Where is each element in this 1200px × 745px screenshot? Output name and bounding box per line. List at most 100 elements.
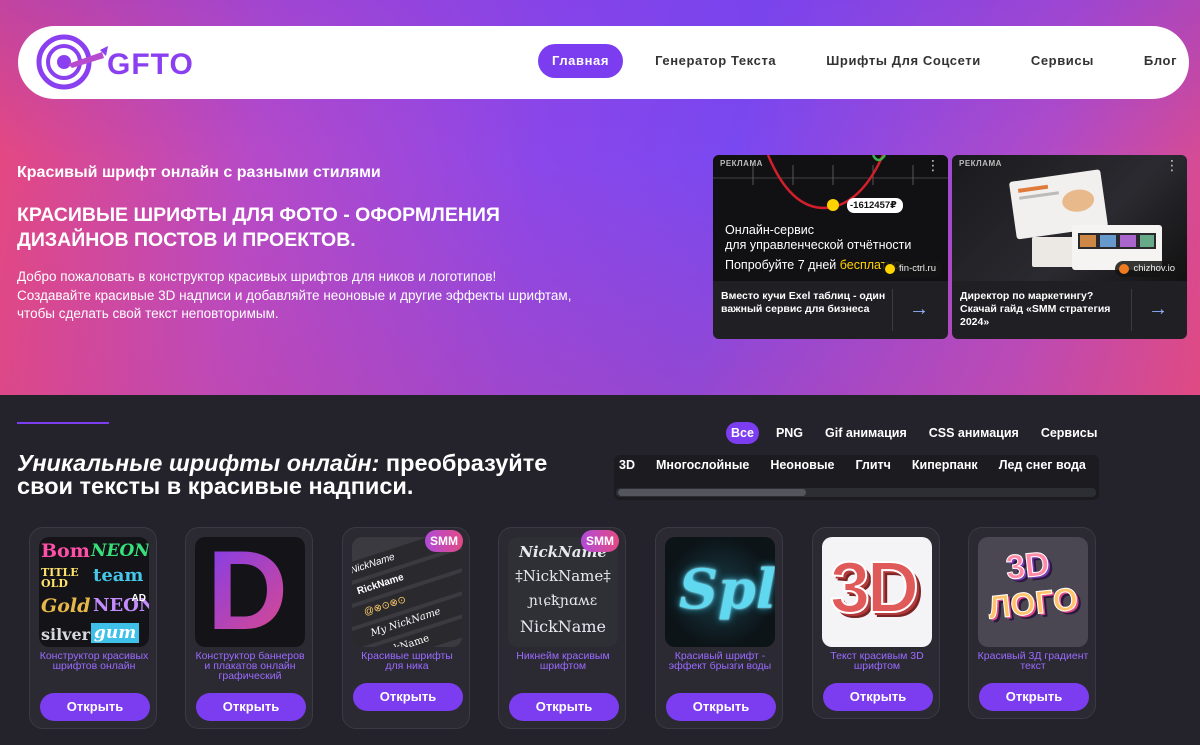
- hero-description-line2: Создавайте красивые 3D надписи и добавля…: [17, 287, 572, 322]
- ad-domain: fin-ctrl.ru: [899, 263, 936, 274]
- open-button[interactable]: Открыть: [353, 683, 463, 711]
- filter-services[interactable]: Сервисы: [1036, 422, 1103, 444]
- subfilter-cyberpunk[interactable]: Киперпанк: [912, 458, 978, 472]
- card-3d-text[interactable]: 3D Текст красивым 3D шрифтом Открыть: [812, 527, 940, 719]
- card-font-constructor[interactable]: Bom NEON TITLE OLD team Gold NEON silver…: [29, 527, 157, 729]
- ad-block-2[interactable]: РЕКЛАМА ⋮ chizhov.io Директор по маркети…: [952, 155, 1187, 339]
- art-text: Gold: [41, 595, 91, 617]
- smm-badge: SMM: [581, 530, 619, 552]
- art-letter: D: [207, 537, 288, 647]
- ad-image-1: -1612457₽ РЕКЛАМА ⋮ Онлайн-сервис для уп…: [713, 155, 948, 281]
- card-3d-gradient[interactable]: 3D ЛОГО Красивый 3Д градиент текст Откры…: [968, 527, 1096, 719]
- ad-divider: [892, 289, 893, 331]
- card-image: Bom NEON TITLE OLD team Gold NEON silver…: [39, 537, 149, 647]
- ad-domain-chip[interactable]: chizhov.io: [1115, 261, 1181, 277]
- subfilter-ice-snow-water[interactable]: Лед снег вода: [999, 458, 1086, 472]
- scrollbar-thumb[interactable]: [618, 489, 806, 496]
- section-accent-line: [17, 422, 109, 424]
- ad-label: РЕКЛАМА: [720, 159, 763, 168]
- card-nickname-font[interactable]: NickName ‡NickName‡ ɲɩɕꝁɲɑʍɛ NickName SM…: [498, 527, 626, 729]
- hero-title: Красивые шрифты для фото - оформления ди…: [17, 204, 500, 251]
- card-banner-constructor[interactable]: D Конструктор баннеров и плакатов онлайн…: [185, 527, 313, 729]
- ad-tag: AD: [131, 593, 146, 604]
- main-menu: Главная Генератор Текста Шрифты Для Соцс…: [538, 44, 1191, 78]
- filter-gif[interactable]: Gif анимация: [820, 422, 912, 444]
- open-button[interactable]: Открыть: [666, 693, 776, 721]
- card-image: D: [195, 537, 305, 647]
- nav-item-services[interactable]: Сервисы: [1017, 44, 1108, 78]
- art-text: ЛОГО: [986, 580, 1080, 626]
- art-text: 3D: [829, 547, 920, 629]
- ad-caption: Директор по маркетингу? Скачай гайд «SMM…: [960, 290, 1111, 328]
- site-logo[interactable]: GFTO: [30, 32, 200, 92]
- art-text: NEON: [91, 541, 149, 561]
- ad-divider: [1131, 289, 1132, 331]
- subfilters-row: 3D Многослойные Неоновые Глитч Киперпанк…: [619, 458, 1099, 472]
- ad-headline-prefix: Попробуйте 7 дней: [725, 258, 840, 272]
- art-text: silver: [41, 625, 91, 644]
- more-options-icon[interactable]: ⋮: [1165, 158, 1179, 172]
- ad-domain: chizhov.io: [1133, 263, 1175, 274]
- more-options-icon[interactable]: ⋮: [926, 158, 940, 172]
- nav-item-home[interactable]: Главная: [538, 44, 624, 78]
- category-filters: Все PNG Gif анимация CSS анимация Сервис…: [726, 422, 1114, 444]
- subfilter-multilayer[interactable]: Многослойные: [656, 458, 749, 472]
- arrow-right-icon[interactable]: →: [909, 298, 929, 321]
- art-text: ‡NickName‡: [515, 567, 611, 585]
- subfilter-3d[interactable]: 3D: [619, 458, 635, 472]
- top-navbar: GFTO Главная Генератор Текста Шрифты Для…: [18, 26, 1189, 99]
- card-caption: Конструктор красивых шрифтов онлайн: [39, 651, 149, 672]
- art-text: gum: [91, 623, 140, 643]
- open-button[interactable]: Открыть: [40, 693, 150, 721]
- card-image: NickName ‡NickName‡ ɲɩɕꝁɲɑʍɛ NickName: [508, 537, 618, 647]
- art-text: Bom: [41, 540, 90, 562]
- ad-domain-chip[interactable]: fin-ctrl.ru: [881, 261, 942, 277]
- ad-value-badge: -1612457₽: [850, 200, 897, 211]
- card-image: 3D ЛОГО: [978, 537, 1088, 647]
- card-caption: Никнейм красивым шрифтом: [516, 651, 610, 672]
- section-title: Уникальные шрифты онлайн: преобразуйте с…: [17, 451, 607, 498]
- card-nick-fonts[interactable]: NickName RickName @⊗⊙⊗⊙ My NickName Nick…: [342, 527, 470, 729]
- subfilter-glitch[interactable]: Глитч: [855, 458, 890, 472]
- art-text: NickName: [520, 617, 606, 636]
- domain-favicon-icon: [1119, 264, 1130, 274]
- open-button[interactable]: Открыть: [196, 693, 306, 721]
- arrow-right-icon[interactable]: →: [1148, 298, 1168, 321]
- ad-block-1[interactable]: -1612457₽ РЕКЛАМА ⋮ Онлайн-сервис для уп…: [713, 155, 948, 339]
- card-image: Spl: [665, 537, 775, 647]
- art-text: team: [93, 565, 144, 586]
- card-water-splash[interactable]: Spl Красивый шрифт - эффект брызги воды …: [655, 527, 783, 729]
- filter-png[interactable]: PNG: [771, 422, 808, 444]
- filter-css[interactable]: CSS анимация: [924, 422, 1024, 444]
- card-image: 3D: [822, 537, 932, 647]
- hero-section: GFTO Главная Генератор Текста Шрифты Для…: [0, 0, 1200, 395]
- ad-headline-line2: для управленческой отчётности: [725, 238, 912, 252]
- filter-all[interactable]: Все: [726, 422, 759, 444]
- open-button[interactable]: Открыть: [823, 683, 933, 711]
- hero-subtitle: Красивый шрифт онлайн с разными стилями: [17, 164, 381, 181]
- ad-headline-line3: Попробуйте 7 дней бесплатно: [725, 258, 900, 272]
- domain-favicon-icon: [885, 264, 896, 274]
- hero-description: Добро пожаловать в конструктор красивых …: [17, 268, 597, 324]
- art-text: 3D: [1004, 544, 1052, 588]
- card-caption: Красивые шрифты для ника: [361, 651, 453, 672]
- open-button[interactable]: Открыть: [509, 693, 619, 721]
- card-caption: Конструктор баннеров и плакатов онлайн г…: [195, 651, 305, 681]
- subfilter-neon[interactable]: Неоновые: [770, 458, 834, 472]
- logo-text: GFTO: [107, 48, 194, 81]
- art-text: Spl: [679, 557, 775, 621]
- nav-item-text-generator[interactable]: Генератор Текста: [641, 44, 790, 78]
- art-text: ɲɩɕꝁɲɑʍɛ: [528, 593, 598, 609]
- horizontal-scrollbar[interactable]: [616, 488, 1096, 497]
- logo-icon: [36, 34, 108, 90]
- hero-description-line1: Добро пожаловать в конструктор красивых …: [17, 269, 497, 284]
- smm-badge: SMM: [425, 530, 463, 552]
- nav-item-blog[interactable]: Блог: [1130, 44, 1191, 78]
- card-image: NickName RickName @⊗⊙⊗⊙ My NickName Nick…: [352, 537, 462, 647]
- open-button[interactable]: Открыть: [979, 683, 1089, 711]
- ad-label: РЕКЛАМА: [959, 159, 1002, 168]
- nav-item-social-fonts[interactable]: Шрифты Для Соцсети: [812, 44, 995, 78]
- ad-caption: Вместо кучи Exel таблиц - один важный се…: [721, 290, 886, 315]
- card-caption: Красивый шрифт - эффект брызги воды: [668, 651, 772, 672]
- subcategory-filters: 3D Многослойные Неоновые Глитч Киперпанк…: [614, 455, 1099, 500]
